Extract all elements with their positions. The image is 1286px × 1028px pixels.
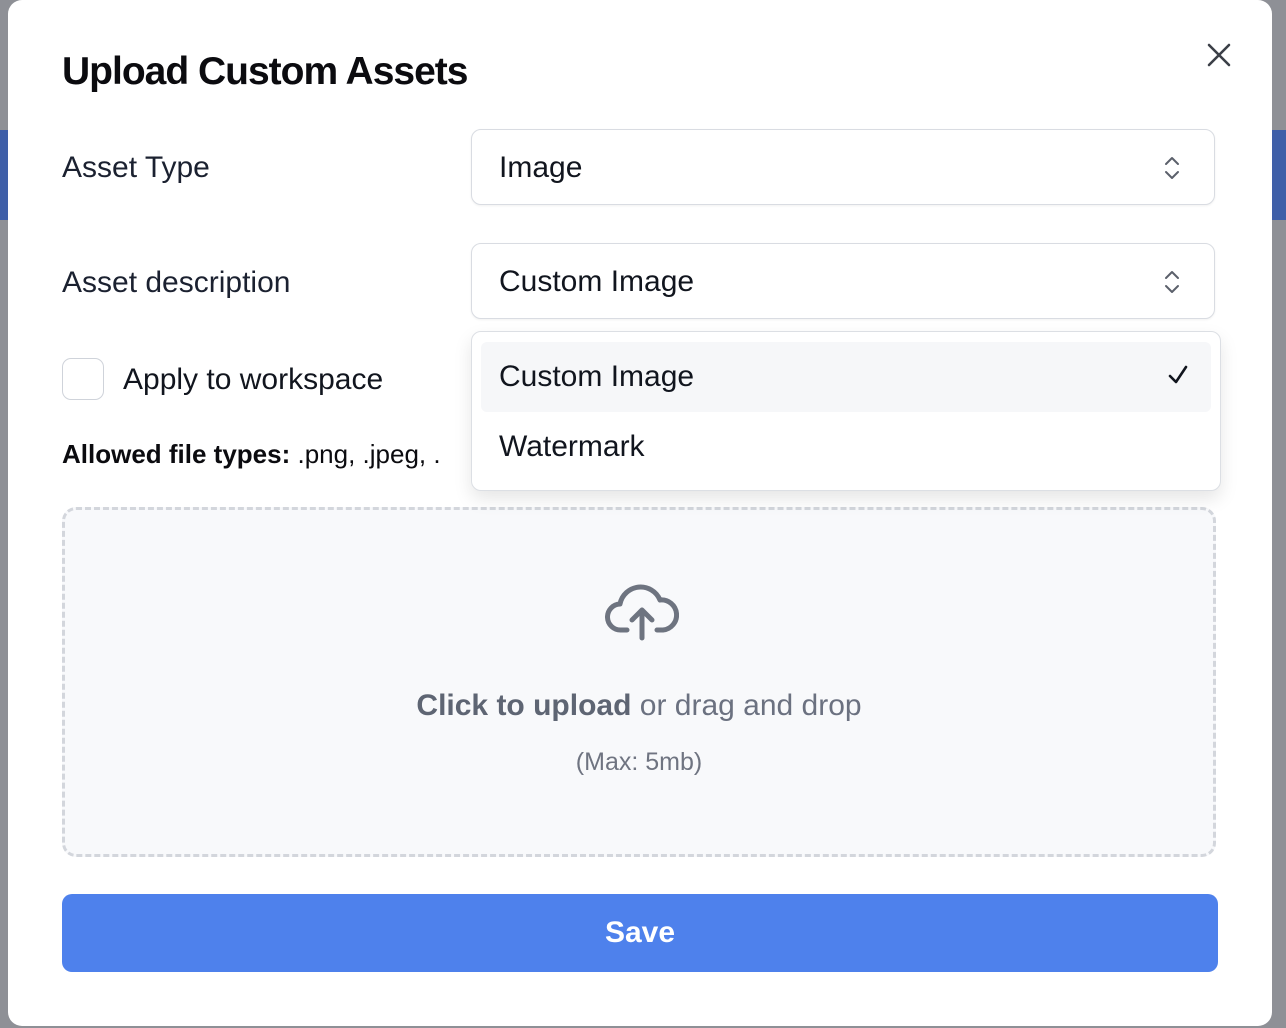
dropdown-option-watermark[interactable]: Watermark bbox=[481, 412, 1211, 482]
chevron-up-down-icon bbox=[1165, 157, 1179, 179]
asset-type-value: Image bbox=[499, 151, 583, 184]
max-size-hint: (Max: 5mb) bbox=[575, 748, 703, 776]
chevron-up-down-icon bbox=[1165, 271, 1179, 293]
drag-drop-text: or drag and drop bbox=[631, 689, 862, 722]
asset-description-select[interactable]: Custom Image bbox=[471, 243, 1215, 319]
asset-type-select[interactable]: Image bbox=[471, 129, 1215, 205]
apply-to-workspace-checkbox[interactable] bbox=[62, 358, 104, 400]
upload-assets-modal: Upload Custom Assets Asset Type Image As… bbox=[8, 0, 1272, 1026]
check-icon bbox=[1168, 365, 1188, 384]
close-button[interactable] bbox=[1202, 38, 1236, 72]
asset-description-label: Asset description bbox=[62, 266, 291, 299]
apply-to-workspace-label: Apply to workspace bbox=[123, 363, 384, 396]
allowed-file-types-label: Allowed file types: bbox=[62, 439, 291, 469]
close-icon bbox=[1207, 43, 1231, 67]
allowed-file-types: Allowed file types: .png, .jpeg, . bbox=[62, 439, 441, 469]
save-button[interactable]: Save bbox=[62, 894, 1218, 972]
option-label: Watermark bbox=[499, 430, 645, 463]
upload-instructions: Click to upload or drag and drop bbox=[65, 688, 1213, 724]
allowed-file-types-value: .png, .jpeg, . bbox=[290, 439, 441, 469]
modal-title: Upload Custom Assets bbox=[62, 50, 468, 93]
cloud-upload-icon bbox=[605, 584, 679, 641]
click-to-upload-link[interactable]: Click to upload bbox=[416, 689, 631, 722]
option-label: Custom Image bbox=[499, 360, 695, 393]
asset-type-label: Asset Type bbox=[62, 151, 210, 184]
dropdown-option-custom-image[interactable]: Custom Image bbox=[481, 342, 1211, 412]
upload-dropzone[interactable]: Click to upload or drag and drop (Max: 5… bbox=[62, 507, 1216, 857]
asset-description-value: Custom Image bbox=[499, 265, 695, 298]
asset-description-dropdown: Custom Image Watermark bbox=[471, 331, 1221, 491]
